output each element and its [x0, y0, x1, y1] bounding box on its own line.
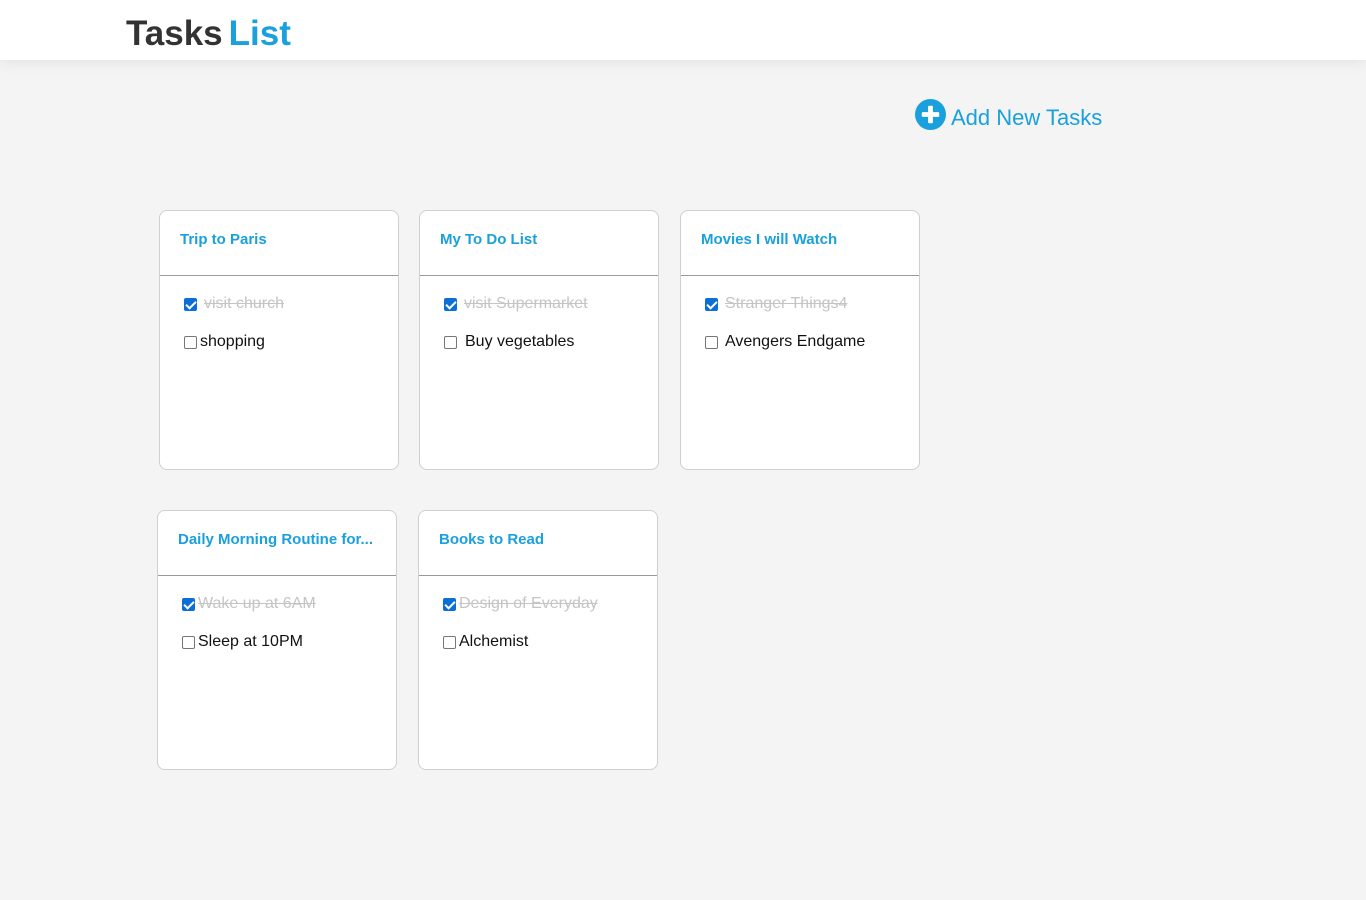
task-list-card: My To Do List visit Supermarket Buy vege… — [419, 210, 659, 470]
task-checkbox[interactable] — [705, 335, 718, 349]
app-title: Tasks List — [126, 14, 291, 54]
task-checkbox[interactable] — [444, 335, 457, 349]
task-item[interactable]: shopping — [184, 333, 265, 351]
plus-circle-icon — [915, 98, 946, 130]
card-title[interactable]: Daily Morning Routine for... — [178, 531, 373, 548]
task-item[interactable]: Stranger Things4 — [705, 295, 847, 313]
task-list-card: Books to Read Design of Everyday Alchemi… — [418, 510, 658, 770]
task-text: Sleep at 10PM — [198, 633, 303, 650]
task-item[interactable]: Wake up at 6AM — [182, 595, 316, 613]
card-title[interactable]: My To Do List — [440, 231, 537, 248]
task-text: visit church — [204, 295, 285, 312]
task-checkbox[interactable] — [443, 635, 456, 649]
card-title[interactable]: Books to Read — [439, 531, 544, 548]
task-checkbox-checked[interactable] — [705, 297, 718, 311]
app-title-part-list: List — [228, 14, 291, 53]
task-checkbox-checked[interactable] — [443, 597, 456, 611]
task-text: Wake up at 6AM — [198, 595, 316, 612]
top-bar: Tasks List — [0, 0, 1366, 60]
task-item[interactable]: Sleep at 10PM — [182, 633, 303, 651]
add-new-tasks-button[interactable]: Add New Tasks — [915, 98, 1102, 130]
task-text: Avengers Endgame — [725, 333, 866, 350]
task-text: shopping — [200, 333, 265, 350]
add-new-tasks-label: Add New Tasks — [951, 105, 1103, 130]
task-text: Design of Everyday — [459, 595, 598, 612]
task-checkbox[interactable] — [182, 635, 195, 649]
task-checkbox-checked[interactable] — [184, 297, 197, 311]
task-list-card: Daily Morning Routine for... Wake up at … — [157, 510, 397, 770]
card-header: Books to Read — [419, 511, 657, 576]
task-text: Alchemist — [459, 633, 529, 650]
task-text: Stranger Things4 — [725, 295, 848, 312]
task-item[interactable]: Avengers Endgame — [705, 333, 865, 351]
card-title[interactable]: Movies I will Watch — [701, 231, 837, 248]
card-header: Daily Morning Routine for... — [158, 511, 396, 576]
task-checkbox-checked[interactable] — [182, 597, 195, 611]
task-item[interactable]: visit Supermarket — [444, 295, 588, 313]
task-item[interactable]: Design of Everyday — [443, 595, 598, 613]
task-checkbox[interactable] — [184, 335, 197, 349]
task-text: Buy vegetables — [465, 333, 575, 350]
task-list-card: Trip to Paris visit church shopping — [159, 210, 399, 470]
task-checkbox-checked[interactable] — [444, 297, 457, 311]
card-title[interactable]: Trip to Paris — [180, 231, 267, 248]
task-item[interactable]: Alchemist — [443, 633, 528, 651]
task-list-card: Movies I will Watch Stranger Things4 Ave… — [680, 210, 920, 470]
task-item[interactable]: Buy vegetables — [444, 333, 574, 351]
card-header: Trip to Paris — [160, 211, 398, 276]
task-text: visit Supermarket — [464, 295, 588, 312]
card-header: Movies I will Watch — [681, 211, 919, 276]
app-title-part-tasks: Tasks — [126, 14, 223, 53]
card-header: My To Do List — [420, 211, 658, 276]
task-item[interactable]: visit church — [184, 295, 284, 313]
